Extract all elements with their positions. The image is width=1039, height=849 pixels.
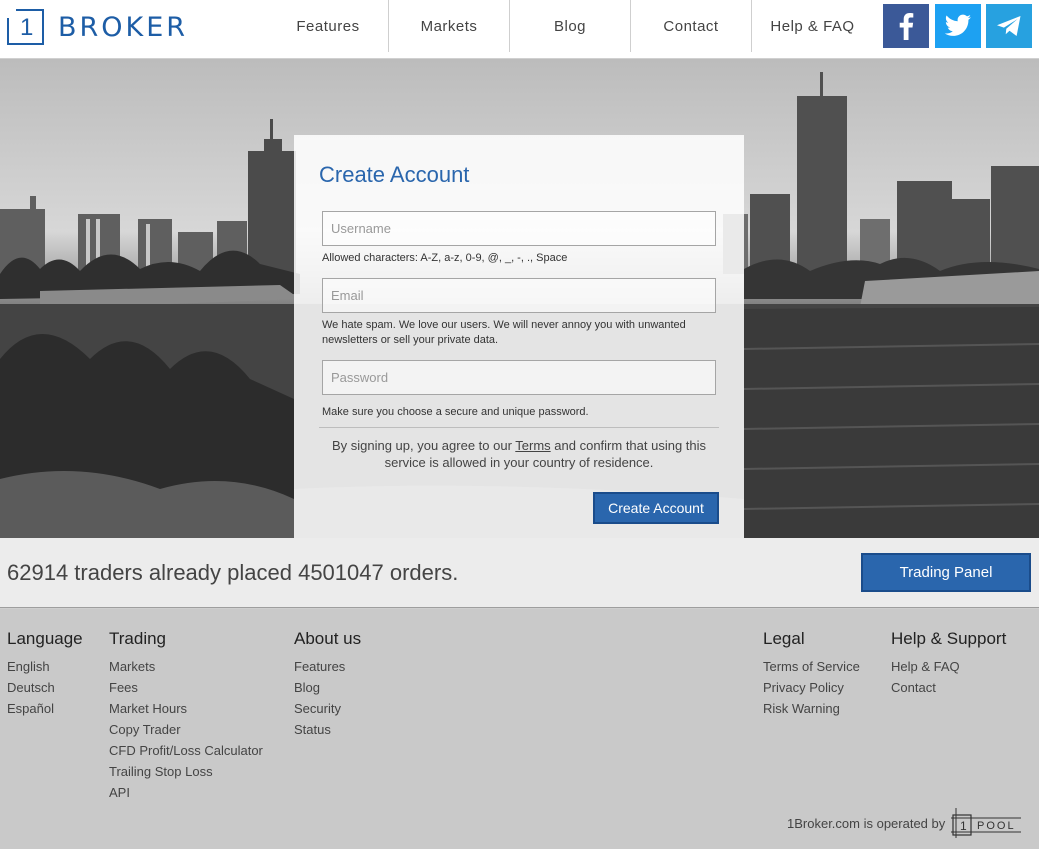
email-input[interactable] [322,278,716,313]
footer-link-english[interactable]: English [7,656,83,677]
username-hint: Allowed characters: A-Z, a-z, 0-9, @, _,… [322,252,568,264]
twitter-icon [944,14,971,36]
nav-markets[interactable]: Markets [389,0,510,52]
main-nav: Features Markets Blog Contact Help & FAQ [268,0,873,52]
footer-heading-trading: Trading [109,629,167,648]
footer-link-espanol[interactable]: Español [7,698,83,719]
footer-link-cfd-calculator[interactable]: CFD Profit/Loss Calculator [109,740,263,761]
footer-link-contact[interactable]: Contact [891,677,1006,698]
facebook-icon [899,13,914,40]
footer-link-api[interactable]: API [109,782,263,803]
footer-link-deutsch[interactable]: Deutsch [7,677,83,698]
nav-help-faq[interactable]: Help & FAQ [752,0,873,52]
footer-about: About us Features Blog Security Status [294,629,361,740]
footer-heading-legal: Legal [763,629,805,648]
footer-help: Help & Support Help & FAQ Contact [891,629,1006,698]
nav-features[interactable]: Features [268,0,389,52]
nav-contact[interactable]: Contact [631,0,752,52]
footer-link-status[interactable]: Status [294,719,361,740]
site-header: 1 BROKER Features Markets Blog Contact H… [0,0,1039,59]
pool-logo[interactable]: 1 POOL [951,806,1023,840]
footer-link-risk-warning[interactable]: Risk Warning [763,698,860,719]
footer-link-features[interactable]: Features [294,656,361,677]
footer-link-markets[interactable]: Markets [109,656,263,677]
telegram-icon [997,16,1021,36]
footer-heading-about: About us [294,629,362,648]
password-input[interactable] [322,360,716,395]
footer-link-fees[interactable]: Fees [109,677,263,698]
footer-link-trailing-stop-loss[interactable]: Trailing Stop Loss [109,761,263,782]
terms-link[interactable]: Terms [515,438,550,453]
pool-logo-text: POOL [977,820,1016,832]
email-hint: We hate spam. We love our users. We will… [322,319,686,346]
password-hint: Make sure you choose a secure and unique… [322,406,589,418]
twitter-button[interactable] [935,4,981,48]
footer-legal: Legal Terms of Service Privacy Policy Ri… [763,629,860,719]
footer-trading: Trading Markets Fees Market Hours Copy T… [109,629,263,803]
footer-language: Language English Deutsch Español [7,629,83,719]
pool-logo-number: 1 [960,819,967,833]
facebook-button[interactable] [883,4,929,48]
terms-notice: By signing up, you agree to our Terms an… [314,437,724,471]
logo-text: BROKER [58,11,189,43]
form-title: Create Account [319,162,470,187]
footer-link-security[interactable]: Security [294,698,361,719]
create-account-card: Create Account Allowed characters: A-Z, … [294,135,744,538]
footer-link-market-hours[interactable]: Market Hours [109,698,263,719]
brand-logo[interactable]: 1 BROKER [7,9,188,45]
footer-link-terms-of-service[interactable]: Terms of Service [763,656,860,677]
traders-stats-text: 62914 traders already placed 4501047 ord… [7,560,459,585]
footer-heading-language: Language [7,629,83,648]
username-input[interactable] [322,211,716,246]
footer-link-copy-trader[interactable]: Copy Trader [109,719,263,740]
logo-mark: 1 [7,9,44,45]
nav-blog[interactable]: Blog [510,0,631,52]
footer-link-help-faq[interactable]: Help & FAQ [891,656,1006,677]
operated-by-text: 1Broker.com is operated by [787,815,946,831]
terms-text-before: By signing up, you agree to our [331,438,516,453]
logo-number: 1 [20,14,34,41]
footer-heading-help: Help & Support [891,629,1007,648]
hero-banner: Create Account Allowed characters: A-Z, … [0,59,1039,538]
stats-bar: 62914 traders already placed 4501047 ord… [0,538,1039,608]
telegram-button[interactable] [986,4,1032,48]
trading-panel-button[interactable]: Trading Panel [861,553,1031,592]
operated-by: 1Broker.com is operated by 1 POOL [787,806,1023,840]
footer-link-blog[interactable]: Blog [294,677,361,698]
site-footer: Language English Deutsch Español Trading… [0,609,1039,849]
footer-link-privacy-policy[interactable]: Privacy Policy [763,677,860,698]
form-divider [319,427,719,428]
create-account-button[interactable]: Create Account [593,492,719,524]
pool-logo-mark: 1 POOL [951,808,1022,838]
